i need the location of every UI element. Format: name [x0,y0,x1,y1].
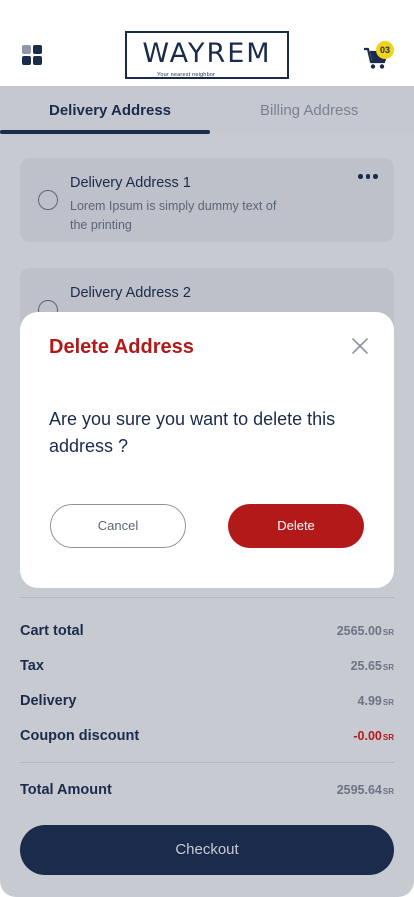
summary-value: 25.65SR [350,659,394,673]
address-title: Delivery Address 1 [70,175,191,191]
dialog-title: Delete Address [49,336,194,358]
cart-count-badge: 03 [376,41,394,59]
divider [20,597,394,598]
summary-row-tax: Tax 25.65SR [20,658,394,678]
address-description: Lorem Ipsum is simply dummy text of the … [70,199,277,232]
address-card[interactable]: Delivery Address 1 Lorem Ipsum is simply… [20,158,394,242]
active-tab-indicator [0,130,210,134]
summary-label: Coupon discount [20,728,140,744]
dialog-message: Are you sure you want to delete this add… [49,409,336,456]
summary-row-cart-total: Cart total 2565.00SR [20,623,394,643]
cancel-button[interactable]: Cancel [50,504,186,548]
total-value: 2595.64SR [336,783,394,797]
summary-row-coupon-discount: Coupon discount -0.00SR [20,728,394,748]
address-radio[interactable] [38,190,58,210]
app-header: WAYREM Your nearest neighbor 03 [0,0,414,86]
tab-billing-address[interactable]: Billing Address [260,102,358,119]
logo-text: WAYREM [142,38,272,69]
summary-label: Tax [20,658,44,674]
address-tabs: Delivery Address Billing Address [0,86,414,134]
brand-logo: WAYREM Your nearest neighbor [125,31,289,79]
total-label: Total Amount [20,782,112,798]
summary-row-total: Total Amount 2595.64SR [20,782,394,802]
delete-address-dialog: Delete Address Are you sure you want to … [20,312,394,588]
logo-tagline: Your nearest neighbor [157,72,216,78]
summary-value: -0.00SR [353,729,394,743]
tab-delivery-address[interactable]: Delivery Address [49,102,171,119]
divider [20,762,394,763]
summary-value: 4.99SR [357,694,394,708]
summary-row-delivery: Delivery 4.99SR [20,693,394,713]
grid-menu-icon[interactable] [22,45,42,65]
address-title: Delivery Address 2 [70,285,191,301]
delete-button[interactable]: Delete [228,504,364,548]
summary-value: 2565.00SR [336,624,394,638]
checkout-button[interactable]: Checkout [20,825,394,875]
summary-label: Delivery [20,693,77,709]
close-icon[interactable] [352,338,368,354]
page: WAYREM Your nearest neighbor 03 Delivery… [0,0,414,897]
summary-label: Cart total [20,623,84,639]
more-options-icon[interactable] [358,174,378,180]
